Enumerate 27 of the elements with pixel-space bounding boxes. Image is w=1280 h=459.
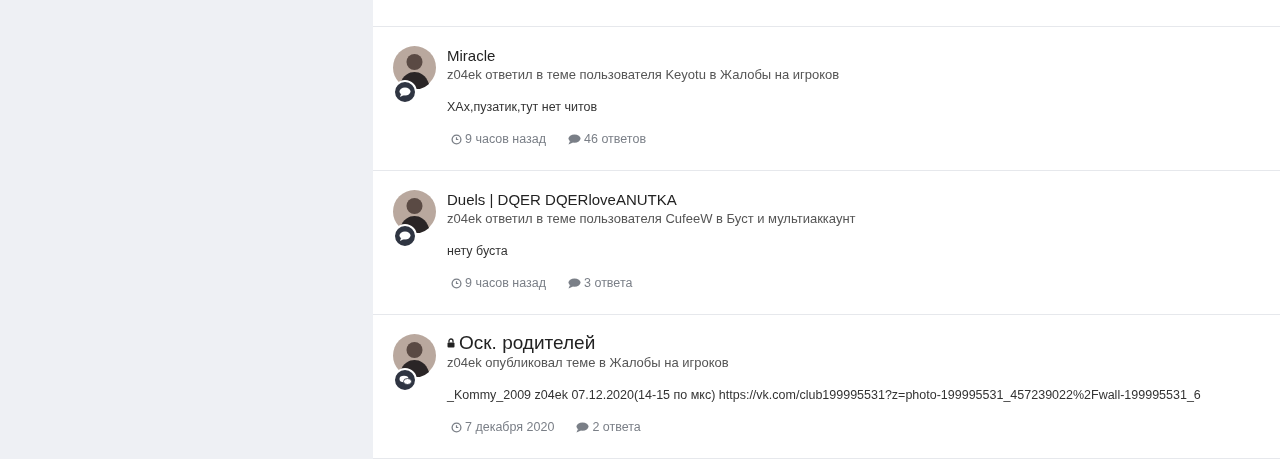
clock-icon [451,421,462,433]
clock-icon [451,277,462,289]
comment-icon [568,277,582,289]
clock-icon [451,133,462,145]
comment-icon [576,421,590,433]
topic-title[interactable]: Miracle [447,46,840,65]
post-snippet: _Kommy_2009 z04ek 07.12.2020(14-15 по мкс) https://vk.com/club199995531?z=photo-199995531_457239022%2Fwall-199995531_6 [447,387,1201,403]
activity-description: z04ek ответил в теме пользователя Keyotu в Жалобы на игроков [447,66,840,84]
post-snippet: ХАх,пузатик,тут нет читов [447,99,599,115]
post-time: 9 часов назад [465,132,547,146]
avatar-icon [393,190,436,233]
reply-count[interactable]: 2 ответа [592,420,641,434]
comment-icon [393,80,417,104]
topic-title[interactable]: Duels | DQER DQERloveANUTKA [447,190,856,209]
reply-count[interactable]: 3 ответа [584,276,633,290]
post-time: 9 часов назад [465,276,547,290]
title-text[interactable]: Оск. родителей [459,332,596,353]
post-time: 7 декабря 2020 [465,420,555,434]
activity-description: z04ek опубликовал теме в Жалобы на игроков [447,354,730,372]
comment-icon [568,133,582,145]
chat-bubbles-icon [393,368,417,392]
avatar-icon [393,46,436,89]
post-snippet: нету буста [447,243,509,259]
comment-icon [393,224,417,248]
reply-count[interactable]: 46 ответов [584,132,647,146]
avatar-icon [393,334,436,377]
activity-description: z04ek ответил в теме пользователя CufeeW в Буст и мультиаккаунт [447,210,856,228]
